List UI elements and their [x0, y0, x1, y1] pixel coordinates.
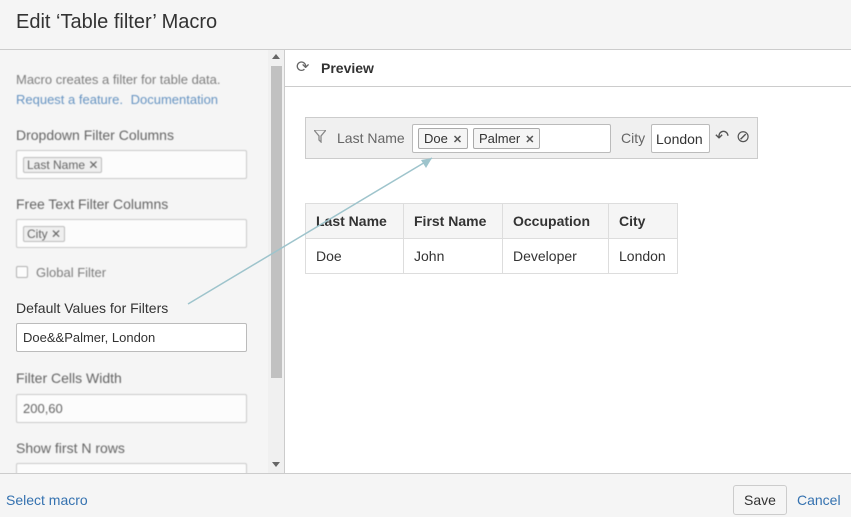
table-cell: John	[403, 238, 503, 274]
filter-tag-palmer: Palmer ✕	[473, 128, 541, 149]
first-rows-label: Show first N rows	[16, 440, 125, 456]
dialog-footer: Select macro Save Cancel	[0, 473, 851, 517]
default-values-label: Default Values for Filters	[16, 300, 169, 316]
clear-icon[interactable]: ⊘	[736, 127, 750, 147]
global-filter-label: Global Filter	[36, 265, 107, 280]
table-filter-bar: Last Name Doe ✕ Palmer ✕ City London ↶ ⊘	[305, 117, 758, 159]
scroll-thumb[interactable]	[271, 66, 282, 378]
dropdown-columns-field[interactable]: Last Name ✕	[16, 150, 247, 179]
cell-width-label: Filter Cells Width	[16, 370, 122, 386]
parameters-scrollbar[interactable]	[268, 50, 285, 473]
scroll-up-arrow-icon[interactable]	[272, 54, 280, 59]
column-header: Last Name	[305, 203, 404, 239]
dialog-title: Edit ‘Table filter’ Macro	[16, 11, 218, 33]
refresh-icon[interactable]: ⟳	[296, 60, 312, 76]
select-macro-link[interactable]: Select macro	[6, 492, 88, 508]
cancel-link[interactable]: Cancel	[797, 492, 841, 508]
first-rows-input[interactable]	[16, 463, 247, 473]
column-header: First Name	[403, 203, 503, 239]
close-icon[interactable]: ✕	[453, 134, 462, 146]
last-name-filter-label: Last Name	[337, 130, 405, 146]
preview-table: Last Name First Name Occupation City Doe…	[305, 203, 678, 274]
macro-dialog: Edit ‘Table filter’ Macro Macro creates …	[0, 0, 851, 517]
close-icon[interactable]: ✕	[525, 134, 534, 146]
scroll-down-arrow-icon[interactable]	[272, 462, 280, 467]
undo-icon[interactable]: ↶	[715, 127, 729, 147]
column-header: City	[608, 203, 678, 239]
macro-parameters-panel: Macro creates a filter for table data. R…	[0, 50, 268, 473]
request-feature-link[interactable]: Request a feature.	[16, 92, 123, 107]
macro-description: Macro creates a filter for table data.	[16, 72, 221, 87]
description-links: Request a feature. Documentation	[16, 92, 222, 107]
global-filter-checkbox[interactable]	[16, 266, 28, 278]
default-values-input[interactable]: Doe&&Palmer, London	[16, 323, 247, 352]
dialog-header: Edit ‘Table filter’ Macro	[0, 0, 851, 50]
city-filter-input[interactable]: London	[651, 124, 710, 153]
funnel-icon	[312, 129, 328, 146]
documentation-link[interactable]: Documentation	[131, 92, 218, 107]
save-button[interactable]: Save	[733, 485, 787, 515]
table-cell: Developer	[502, 238, 609, 274]
preview-header: ⟳ Preview	[285, 50, 851, 87]
column-header: Occupation	[502, 203, 609, 239]
last-name-filter-input[interactable]: Doe ✕ Palmer ✕	[412, 124, 611, 153]
free-text-columns-label: Free Text Filter Columns	[16, 196, 169, 212]
table-row: Doe John Developer London	[305, 238, 678, 274]
table-cell: London	[608, 238, 678, 274]
table-cell: Doe	[305, 238, 404, 274]
free-text-column-tag: City ✕	[23, 226, 66, 242]
preview-title: Preview	[321, 60, 374, 76]
city-filter-label: City	[621, 130, 646, 146]
cell-width-input[interactable]: 200,60	[16, 394, 247, 423]
free-text-columns-field[interactable]: City ✕	[16, 219, 247, 248]
dropdown-column-tag: Last Name ✕	[23, 157, 103, 173]
dropdown-columns-label: Dropdown Filter Columns	[16, 127, 174, 143]
filter-tag-doe: Doe ✕	[418, 128, 469, 149]
table-header-row: Last Name First Name Occupation City	[305, 203, 678, 239]
